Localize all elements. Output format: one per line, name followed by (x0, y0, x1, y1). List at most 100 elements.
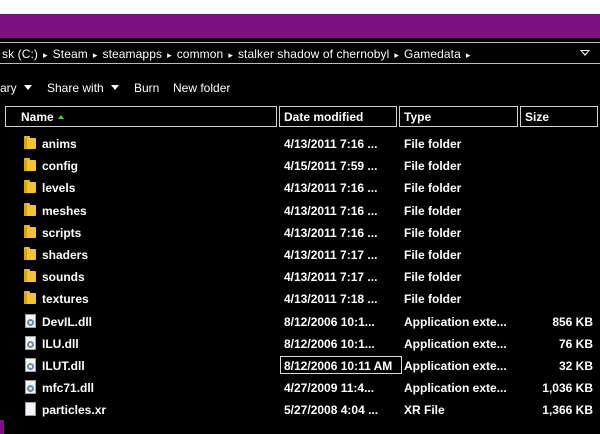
file-row[interactable]: DevIL.dll 8/12/2006 10:1... Application … (0, 311, 600, 333)
file-name: scripts (42, 225, 82, 240)
breadcrumb-separator[interactable]: ▸ (93, 50, 98, 60)
share-with-label: Share with (47, 81, 104, 95)
breadcrumb-drive[interactable]: sk (C:) (2, 47, 38, 61)
file-type: XR File (404, 403, 445, 418)
file-name: textures (42, 292, 89, 307)
breadcrumb-separator[interactable]: ▸ (466, 50, 471, 60)
file-type: File folder (404, 137, 462, 151)
file-row-focused[interactable]: ILUT.dll 8/12/2006 10:11 AM Application … (0, 355, 600, 377)
file-type: File folder (404, 159, 462, 174)
breadcrumb-steam[interactable]: Steam (53, 47, 88, 61)
file-name: shaders (42, 247, 89, 262)
file-date: 8/12/2006 10:1... (284, 336, 375, 351)
file-type: File folder (404, 270, 462, 285)
column-header-size-label: Size (525, 110, 550, 124)
folder-icon (24, 180, 38, 194)
column-header-type[interactable]: Type (399, 106, 518, 127)
file-size: 1,366 KB (542, 403, 593, 418)
file-size: 1,036 KB (542, 381, 593, 396)
file-row[interactable]: levels 4/13/2011 7:16 ... File folder (0, 177, 600, 199)
file-date: 4/13/2011 7:16 ... (284, 181, 378, 196)
folder-icon (24, 158, 38, 172)
dll-file-icon (24, 335, 38, 350)
breadcrumb-separator[interactable]: ▸ (228, 50, 233, 60)
column-headers: Name Date modified Type Size (0, 106, 600, 127)
file-row[interactable]: mfc71.dll 4/27/2009 11:4... Application … (0, 377, 600, 399)
file-name: anims (42, 137, 77, 151)
address-history-chevron-icon[interactable] (580, 50, 590, 56)
file-type: File folder (404, 247, 462, 262)
file-date: 8/12/2006 10:11 AM (284, 358, 393, 373)
file-date: 8/12/2006 10:1... (284, 314, 375, 329)
column-header-date[interactable]: Date modified (279, 106, 397, 127)
file-row[interactable]: anims 4/13/2011 7:16 ... File folder (0, 133, 600, 155)
share-with-button[interactable]: Share with (47, 81, 119, 95)
folder-icon (24, 291, 38, 305)
file-row[interactable]: meshes 4/13/2011 7:16 ... File folder (0, 200, 600, 222)
file-name: mfc71.dll (42, 381, 95, 396)
library-menu[interactable]: ary (0, 81, 32, 95)
file-name: meshes (42, 203, 87, 218)
column-header-size[interactable]: Size (520, 106, 598, 127)
file-type: File folder (404, 292, 462, 307)
breadcrumb-separator[interactable]: ▸ (167, 50, 172, 60)
file-row[interactable]: scripts 4/13/2011 7:16 ... File folder (0, 222, 600, 244)
column-header-date-label: Date modified (284, 110, 364, 124)
file-date: 4/13/2011 7:18 ... (284, 292, 378, 307)
window-edge-accent (0, 420, 4, 434)
folder-icon (24, 269, 38, 283)
file-type: File folder (404, 225, 462, 240)
file-type: Application exte... (404, 381, 507, 396)
breadcrumb-separator[interactable]: ▸ (394, 50, 399, 60)
file-date: 4/13/2011 7:17 ... (284, 270, 378, 285)
breadcrumb-steamapps[interactable]: steamapps (102, 47, 162, 61)
address-bar[interactable]: sk (C:) ▸ Steam ▸ steamapps ▸ common ▸ stalker s… (0, 38, 600, 68)
column-header-type-label: Type (404, 110, 432, 124)
chevron-down-icon (23, 85, 32, 90)
sort-ascending-icon (57, 115, 64, 119)
file-date: 4/13/2011 7:17 ... (284, 247, 378, 262)
file-row[interactable]: config 4/15/2011 7:59 ... File folder (0, 155, 600, 177)
command-bar: ary Share with Burn New folder (0, 75, 600, 99)
file-row[interactable]: sounds 4/13/2011 7:17 ... File folder (0, 266, 600, 288)
file-date: 4/27/2009 11:4... (284, 381, 375, 396)
file-type: Application exte... (404, 358, 507, 373)
file-name: sounds (42, 270, 85, 285)
title-band (0, 14, 600, 38)
breadcrumb-gamedata[interactable]: Gamedata (404, 47, 461, 61)
file-type: File folder (404, 203, 462, 218)
dll-file-icon (24, 380, 38, 395)
file-row[interactable]: textures 4/13/2011 7:18 ... File folder (0, 288, 600, 310)
breadcrumb-stalker[interactable]: stalker shadow of chernobyl (238, 47, 389, 61)
library-menu-label: ary (0, 81, 17, 95)
xr-file-icon (24, 402, 38, 417)
chevron-down-icon (110, 85, 119, 90)
file-type: Application exte... (404, 314, 507, 329)
file-row[interactable]: shaders 4/13/2011 7:17 ... File folder (0, 244, 600, 266)
file-size: 32 KB (558, 358, 593, 373)
breadcrumb[interactable]: sk (C:) ▸ Steam ▸ steamapps ▸ common ▸ stalker s… (2, 47, 476, 61)
dll-file-icon (24, 357, 38, 372)
folder-icon (24, 136, 38, 150)
file-row[interactable]: particles.xr 5/27/2008 4:04 ... XR File … (0, 399, 600, 421)
file-name: levels (42, 181, 76, 196)
folder-icon (24, 202, 38, 217)
file-date: 4/13/2011 7:16 ... (284, 203, 378, 218)
dll-file-icon (24, 313, 38, 328)
column-header-name[interactable]: Name (5, 106, 277, 127)
file-name: ILU.dll (42, 336, 79, 351)
column-header-name-label: Name (21, 110, 54, 124)
file-list: anims 4/13/2011 7:16 ... File folder con… (0, 133, 600, 421)
file-size: 856 KB (552, 314, 593, 329)
new-folder-button[interactable]: New folder (173, 81, 230, 95)
burn-button[interactable]: Burn (134, 81, 159, 95)
breadcrumb-common[interactable]: common (177, 47, 224, 61)
file-date: 4/15/2011 7:59 ... (284, 159, 378, 174)
folder-icon (24, 224, 38, 239)
file-name: particles.xr (42, 403, 107, 418)
file-row[interactable]: ILU.dll 8/12/2006 10:1... Application ex… (0, 333, 600, 355)
breadcrumb-separator[interactable]: ▸ (43, 50, 48, 60)
file-type: Application exte... (404, 336, 507, 351)
folder-icon (24, 246, 38, 261)
file-type: File folder (404, 181, 462, 196)
